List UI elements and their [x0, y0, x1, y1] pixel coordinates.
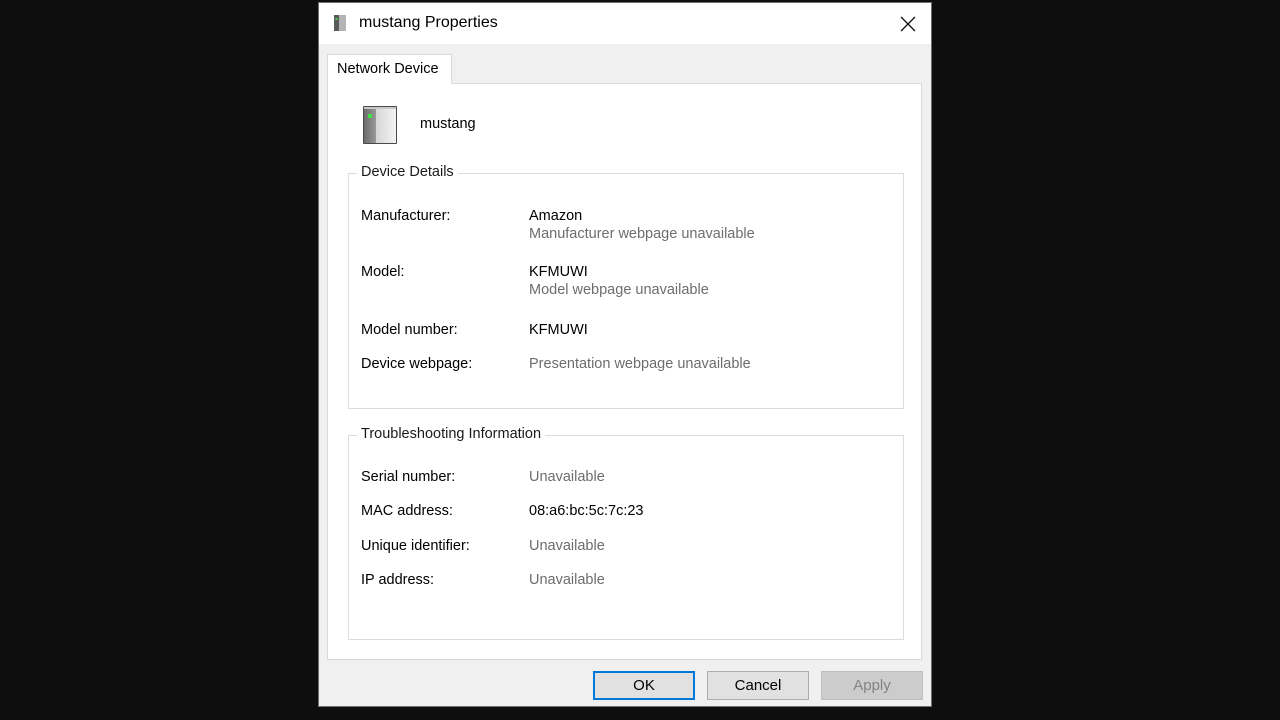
mac-address-label: MAC address: — [361, 503, 453, 519]
model-number-label: Model number: — [361, 322, 458, 338]
troubleshooting-legend: Troubleshooting Information — [357, 426, 546, 442]
serial-number-label: Serial number: — [361, 469, 456, 485]
network-device-icon — [334, 15, 346, 31]
manufacturer-value: Amazon — [529, 208, 583, 224]
model-webpage-status: Model webpage unavailable — [529, 282, 709, 298]
manufacturer-label: Manufacturer: — [361, 208, 451, 224]
window-title: mustang Properties — [359, 14, 498, 31]
mac-address-value: 08:a6:bc:5c:7c:23 — [529, 503, 644, 519]
device-name: mustang — [420, 116, 476, 132]
ip-address-label: IP address: — [361, 572, 435, 588]
ok-button[interactable]: OK — [593, 671, 695, 700]
apply-button[interactable]: Apply — [821, 671, 923, 700]
device-details-legend: Device Details — [357, 164, 458, 180]
device-details-group: Device Details Manufacturer: Amazon Manu… — [348, 164, 904, 409]
model-label: Model: — [361, 264, 405, 280]
close-icon — [900, 16, 916, 31]
device-webpage-value: Presentation webpage unavailable — [529, 356, 751, 372]
model-number-value: KFMUWI — [529, 322, 588, 338]
close-button[interactable] — [885, 3, 931, 44]
unique-identifier-label: Unique identifier: — [361, 538, 470, 554]
serial-number-value: Unavailable — [529, 469, 605, 485]
troubleshooting-group: Troubleshooting Information Serial numbe… — [348, 426, 904, 640]
unique-identifier-value: Unavailable — [529, 538, 605, 554]
cancel-button[interactable]: Cancel — [707, 671, 809, 700]
network-device-icon — [363, 106, 397, 144]
title-bar[interactable]: mustang Properties — [319, 3, 931, 44]
device-webpage-label: Device webpage: — [361, 356, 473, 372]
model-value: KFMUWI — [529, 264, 588, 280]
manufacturer-webpage-status: Manufacturer webpage unavailable — [529, 226, 755, 242]
ip-address-value: Unavailable — [529, 572, 605, 588]
tab-network-device[interactable]: Network Device — [327, 54, 452, 84]
properties-dialog: mustang Properties Network Device mustan… — [318, 2, 932, 707]
tab-panel: mustang Device Details Manufacturer: Ama… — [327, 83, 922, 660]
